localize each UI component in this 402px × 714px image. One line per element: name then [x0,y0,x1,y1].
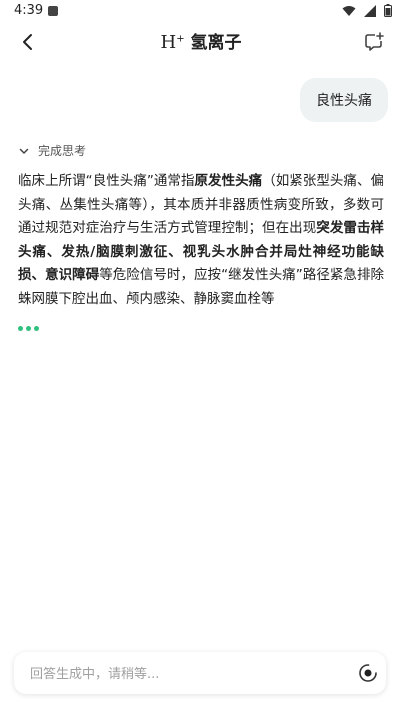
header: H+ 氢离子 [0,24,402,60]
stop-generating-icon[interactable] [358,663,378,683]
logo-sup: + [176,33,185,45]
assistant-answer: 临床上所谓“良性头痛”通常指原发性头痛（如紧张型头痛、偏头痛、丛集性头痛等），其… [18,170,384,311]
status-time: 4:39 [14,3,44,18]
typing-dot [26,326,31,331]
new-chat-icon[interactable] [362,30,386,54]
chat-input-bar [14,652,386,696]
signal-icon [364,4,376,17]
logo-text: 氢离子 [190,33,242,53]
wifi-icon [342,5,356,16]
battery-icon [384,4,392,17]
typing-dot [18,326,23,331]
answer-bold-1: 原发性头痛 [194,173,263,189]
status-bar: 4:39 [0,0,402,24]
think-toggle[interactable]: 完成思考 [18,142,86,159]
chevron-down-icon [19,148,29,154]
typing-dot [34,326,39,331]
user-message-bubble: 良性头痛 [300,78,388,122]
logo-h: H [160,32,177,53]
app-logo: H+ 氢离子 [0,28,402,53]
notification-icon [48,6,58,16]
chat-input[interactable] [28,652,332,696]
home-indicator [0,704,402,714]
typing-indicator [18,326,39,331]
think-label: 完成思考 [38,144,87,158]
answer-text-1: 临床上所谓“良性头痛”通常指 [18,173,195,189]
status-icons [342,4,392,17]
